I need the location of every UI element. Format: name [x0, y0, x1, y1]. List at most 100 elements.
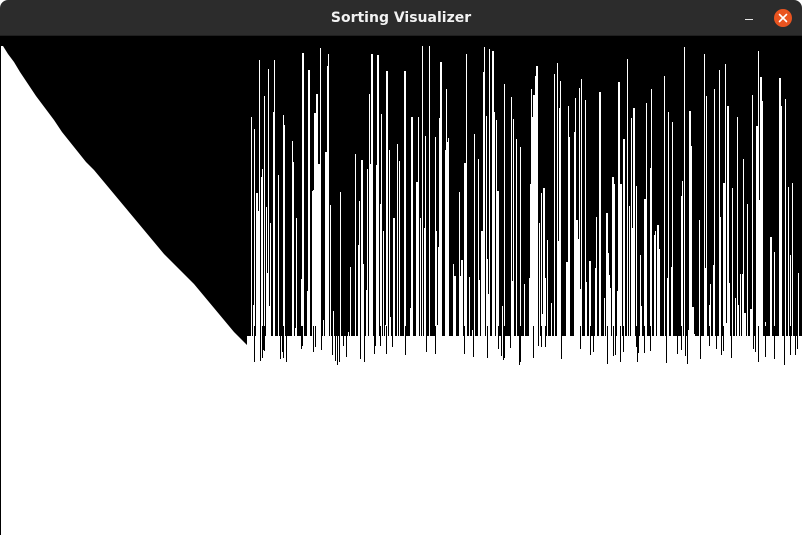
bar-gap [492, 51, 494, 346]
bar-gap [268, 69, 269, 346]
bar-gap [664, 76, 665, 346]
bar-gap [361, 160, 363, 346]
bar-gap [274, 60, 275, 346]
bar-gap [533, 95, 535, 346]
bar-gap [371, 54, 373, 346]
bar-gap [448, 138, 449, 346]
bar-gap [325, 152, 327, 346]
bar-gap [557, 63, 558, 346]
minimize-icon [745, 19, 753, 20]
bar-gap [453, 264, 454, 346]
bar-gap [436, 231, 437, 346]
bar-gap [316, 94, 318, 346]
bar-tail [709, 326, 710, 346]
bar-tail [687, 326, 688, 364]
bar-gap [554, 74, 555, 346]
bar-gap [296, 218, 297, 346]
bar-gap [399, 161, 400, 346]
bar-gap [651, 89, 652, 346]
bar-gap [578, 239, 579, 346]
bars-visualization [0, 36, 802, 535]
bar-gap [798, 273, 799, 346]
bar-gap [363, 264, 364, 346]
bar-gap [559, 108, 560, 346]
bar-gap [486, 116, 487, 346]
canvas-left-edge [0, 46, 1, 535]
bar-gap [283, 115, 284, 346]
bar-gap [497, 191, 499, 346]
bar-tail [346, 326, 347, 357]
bar-gap [438, 247, 439, 346]
bar-tail [392, 326, 393, 347]
bar-tail [774, 326, 775, 359]
bar-gap [484, 47, 485, 346]
bar-tail [519, 326, 520, 365]
minimize-button[interactable] [738, 8, 760, 28]
bar-gap [569, 137, 570, 346]
bar-gap [672, 122, 673, 346]
bar-gap [770, 237, 772, 346]
bar-gap [422, 46, 423, 346]
bar-tail [254, 326, 255, 362]
bar-tail [755, 326, 756, 352]
bar-gap [478, 159, 479, 346]
bar-tail [580, 326, 581, 349]
bar-gap [585, 100, 586, 346]
bar-gap [494, 112, 495, 346]
bar-tail [637, 326, 638, 362]
bar-gap [387, 259, 388, 346]
bar-tail [677, 326, 678, 354]
bar-gap [531, 89, 532, 346]
bar-gap [377, 55, 379, 346]
bar-gap [389, 150, 390, 346]
bar-tail [620, 326, 621, 362]
bar-gap [460, 276, 461, 346]
bar-tail [721, 326, 722, 355]
bar-gap [629, 206, 630, 346]
bar-gap [369, 94, 370, 346]
close-button[interactable] [773, 8, 793, 28]
bar-gap [558, 241, 559, 346]
bar-tail [332, 326, 333, 355]
bar-gap [516, 139, 517, 346]
bar-gap [627, 59, 628, 346]
bar-gap [747, 204, 748, 346]
bar-gap [302, 53, 304, 346]
bar-gap [446, 89, 447, 346]
bar-tail [375, 326, 376, 346]
bar-tail [380, 326, 381, 346]
bar-tail [315, 326, 316, 347]
bar-gap [792, 183, 793, 346]
bar-gap [758, 51, 759, 346]
bar-gap [537, 219, 538, 346]
bar-gap [496, 120, 497, 346]
title-bar[interactable]: Sorting Visualizer [0, 0, 802, 36]
bar-gap [328, 54, 329, 346]
bar-tail [264, 326, 265, 351]
bar-tail [260, 326, 261, 361]
bar-gap [618, 82, 620, 346]
bar-gap [416, 182, 418, 346]
bar-gap [511, 97, 512, 346]
bar-gap [706, 96, 707, 346]
bar-gap [742, 274, 743, 346]
bar-gap [544, 233, 545, 346]
bar-gap [654, 235, 655, 346]
bar-gap [435, 137, 436, 346]
bar-gap [418, 117, 419, 346]
bar-tail [784, 326, 785, 365]
bar-gap [266, 207, 267, 346]
bar-tail [360, 326, 361, 359]
bar-gap [461, 260, 463, 346]
bar-gap [273, 112, 274, 346]
bar-gap [251, 117, 252, 346]
bar-gap [440, 62, 442, 346]
bar-gap [425, 136, 426, 346]
bar-gap [752, 95, 753, 346]
bar-gap [270, 223, 271, 346]
bar-gap [596, 217, 597, 346]
bar-tail [464, 326, 465, 354]
bar-tail [313, 326, 314, 352]
bar-gap [713, 265, 714, 346]
bar-gap [383, 231, 384, 346]
